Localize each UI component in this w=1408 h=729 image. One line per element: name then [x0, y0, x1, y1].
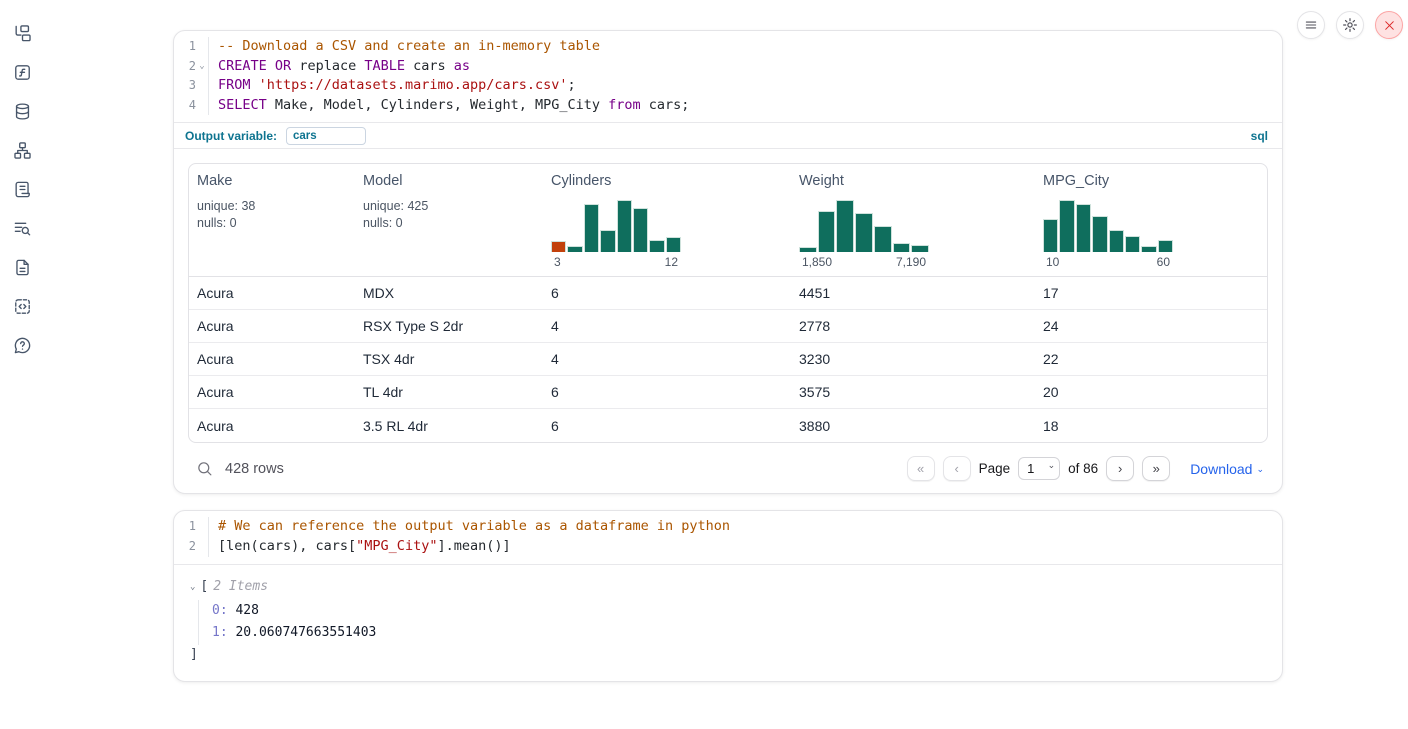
code-line[interactable]: 1# We can reference the output variable …	[174, 517, 1282, 537]
column-histogram[interactable]: 1060	[1043, 198, 1173, 276]
snippets-icon[interactable]	[11, 295, 33, 317]
page-select[interactable]: 1	[1018, 457, 1060, 480]
table-footer: 428 rows « ‹ Page 1 ⌄ of 86 › » D	[188, 443, 1268, 487]
column-histogram[interactable]: 1,8507,190	[799, 198, 929, 276]
logs-icon[interactable]	[11, 217, 33, 239]
gutter-spacer	[196, 76, 208, 96]
pagination: « ‹ Page 1 ⌄ of 86 › » Download ⌄	[907, 456, 1264, 481]
open-bracket: [	[200, 577, 208, 597]
page-total: of 86	[1068, 461, 1098, 476]
tree-head: ⌄ [ 2 Items	[190, 577, 1266, 597]
file-explorer-icon[interactable]	[11, 22, 33, 44]
table-row[interactable]: AcuraTSX 4dr4323022	[189, 343, 1267, 376]
tree-entry: 0: 428	[212, 600, 1266, 623]
help-icon[interactable]	[11, 334, 33, 356]
tree-entry: 1: 20.060747663551403	[212, 622, 1266, 645]
notebook: 1-- Download a CSV and create an in-memo…	[173, 0, 1283, 682]
last-page-button[interactable]: »	[1142, 456, 1170, 481]
table-row[interactable]: AcuraMDX6445117	[189, 277, 1267, 310]
documentation-icon[interactable]	[11, 256, 33, 278]
dependency-graph-icon[interactable]	[11, 139, 33, 161]
language-badge[interactable]: sql	[1251, 129, 1268, 143]
scratchpad-icon[interactable]	[11, 178, 33, 200]
download-button[interactable]: Download ⌄	[1190, 461, 1264, 477]
prev-page-button[interactable]: ‹	[943, 456, 971, 481]
gutter-spacer	[196, 517, 208, 537]
settings-button[interactable]	[1336, 11, 1364, 39]
code-line[interactable]: 1-- Download a CSV and create an in-memo…	[174, 37, 1282, 57]
column-header-cylinders[interactable]: Cylinders312	[543, 164, 791, 276]
shutdown-button[interactable]	[1375, 11, 1403, 39]
chevron-down-icon: ⌄	[1256, 464, 1264, 475]
column-histogram[interactable]: 312	[551, 198, 681, 276]
sql-cell: 1-- Download a CSV and create an in-memo…	[173, 30, 1283, 494]
table-header: Makeunique: 38nulls: 0Modelunique: 425nu…	[189, 164, 1267, 277]
items-count-label: 2 Items	[213, 577, 268, 597]
table-row[interactable]: AcuraRSX Type S 2dr4277824	[189, 310, 1267, 343]
output-variable-row: Output variable: sql	[174, 122, 1282, 149]
sql-editor[interactable]: 1-- Download a CSV and create an in-memo…	[174, 31, 1282, 122]
page-label: Page	[979, 461, 1011, 476]
chevron-down-icon[interactable]: ⌄	[190, 577, 195, 597]
table-body: AcuraMDX6445117AcuraRSX Type S 2dr427782…	[189, 277, 1267, 442]
table-row[interactable]: AcuraTL 4dr6357520	[189, 376, 1267, 409]
column-header-mpg_city[interactable]: MPG_City1060	[1035, 164, 1267, 276]
python-output: ⌄ [ 2 Items 0: 4281: 20.060747663551403 …	[174, 565, 1282, 681]
code-line[interactable]: 2[len(cars), cars["MPG_City"].mean()]	[174, 537, 1282, 557]
search-icon[interactable]	[196, 460, 213, 477]
table-output: Makeunique: 38nulls: 0Modelunique: 425nu…	[174, 149, 1282, 493]
first-page-button[interactable]: «	[907, 456, 935, 481]
fold-chevron-icon[interactable]: ⌄	[196, 57, 208, 77]
column-header-model[interactable]: Modelunique: 425nulls: 0	[355, 164, 543, 276]
sidebar	[0, 0, 44, 729]
output-variable-label: Output variable:	[185, 129, 277, 143]
code-line[interactable]: 3FROM 'https://datasets.marimo.app/cars.…	[174, 76, 1282, 96]
python-editor[interactable]: 1# We can reference the output variable …	[174, 511, 1282, 564]
code-line[interactable]: 4SELECT Make, Model, Cylinders, Weight, …	[174, 96, 1282, 116]
python-cell: 1# We can reference the output variable …	[173, 510, 1283, 681]
gutter-spacer	[196, 37, 208, 57]
gutter-spacer	[196, 96, 208, 116]
next-page-button[interactable]: ›	[1106, 456, 1134, 481]
database-icon[interactable]	[11, 100, 33, 122]
menu-button[interactable]	[1297, 11, 1325, 39]
data-table: Makeunique: 38nulls: 0Modelunique: 425nu…	[188, 163, 1268, 443]
row-count: 428 rows	[225, 461, 284, 477]
output-variable-input[interactable]	[286, 127, 366, 145]
gutter-spacer	[196, 537, 208, 557]
table-row[interactable]: Acura3.5 RL 4dr6388018	[189, 409, 1267, 442]
code-line[interactable]: 2⌄CREATE OR replace TABLE cars as	[174, 57, 1282, 77]
function-icon[interactable]	[11, 61, 33, 83]
tree-entries: 0: 4281: 20.060747663551403	[198, 600, 1266, 645]
column-header-make[interactable]: Makeunique: 38nulls: 0	[189, 164, 355, 276]
topbar-controls	[1297, 11, 1403, 39]
close-bracket: ]	[190, 645, 1266, 665]
column-header-weight[interactable]: Weight1,8507,190	[791, 164, 1035, 276]
